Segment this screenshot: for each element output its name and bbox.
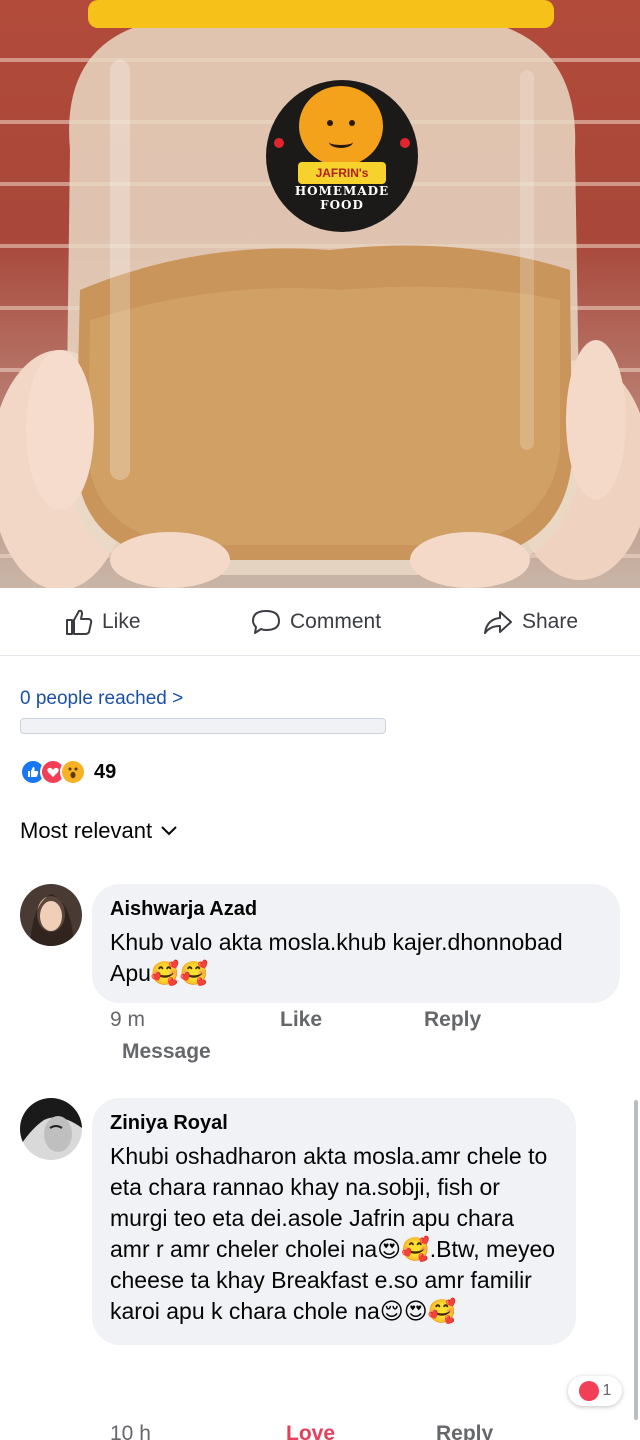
comment-author[interactable]: Aishwarja Azad bbox=[110, 898, 602, 921]
scrollbar[interactable] bbox=[634, 1100, 638, 1420]
comment-bubble[interactable]: Aishwarja Azad Khub valo akta mosla.khub… bbox=[92, 884, 620, 1003]
comment-reply-button[interactable]: Reply bbox=[424, 1008, 481, 1032]
post-photo[interactable]: JAFRIN's HOMEMADE FOOD bbox=[0, 0, 640, 588]
comment-reply-button[interactable]: Reply bbox=[436, 1422, 493, 1440]
like-button-label: Like bbox=[102, 610, 141, 633]
share-arrow-icon bbox=[484, 611, 512, 634]
comment-text: Khub valo akta mosla.khub kajer.dhonnoba… bbox=[110, 929, 563, 986]
love-icon bbox=[578, 1381, 599, 1401]
sort-label: Most relevant bbox=[20, 818, 153, 843]
reaction-summary[interactable]: 49 bbox=[20, 758, 116, 786]
comment-message-button[interactable]: Message bbox=[122, 1040, 211, 1064]
comment-reaction-badge[interactable]: 1 bbox=[568, 1376, 622, 1406]
reaction-count: 49 bbox=[94, 760, 117, 783]
comment-timestamp: 10 h bbox=[110, 1422, 151, 1440]
comment-sort-dropdown[interactable]: Most relevant bbox=[20, 818, 178, 844]
share-button[interactable]: Share bbox=[482, 608, 578, 636]
avatar[interactable] bbox=[20, 884, 82, 946]
like-button[interactable]: Like bbox=[64, 608, 141, 636]
heart-icon bbox=[274, 138, 284, 148]
homemade-food-logo: JAFRIN's HOMEMADE FOOD bbox=[266, 80, 418, 232]
comment-timestamp: 9 m bbox=[110, 1008, 146, 1031]
wow-icon bbox=[60, 759, 86, 785]
comment-reaction-count: 1 bbox=[602, 1382, 612, 1399]
comment-text: Khubi oshadharon akta mosla.amr chele to… bbox=[110, 1143, 556, 1324]
logo-ring-text: HOMEMADE FOOD bbox=[294, 184, 390, 212]
thumbs-up-icon bbox=[66, 609, 93, 635]
comment-love-button[interactable]: Love bbox=[286, 1422, 335, 1440]
people-reached-link[interactable]: 0 people reached > bbox=[20, 688, 183, 710]
comment-button[interactable]: Comment bbox=[250, 608, 381, 636]
post-action-bar: Like Comment Share bbox=[0, 588, 640, 656]
avatar[interactable] bbox=[20, 1098, 82, 1160]
comment-author[interactable]: Ziniya Royal bbox=[110, 1112, 558, 1135]
comment-button-label: Comment bbox=[290, 610, 382, 633]
comment-like-button[interactable]: Like bbox=[280, 1008, 322, 1032]
comment-bubble-icon bbox=[252, 610, 280, 634]
chevron-down-icon bbox=[161, 826, 177, 836]
share-button-label: Share bbox=[522, 610, 579, 633]
logo-brand-name: JAFRIN's bbox=[298, 162, 386, 184]
comment-bubble[interactable]: Ziniya Royal Khubi oshadharon akta mosla… bbox=[92, 1098, 576, 1345]
baby-face-logo-icon bbox=[299, 86, 383, 166]
reach-progress-bar bbox=[20, 718, 386, 734]
heart-icon bbox=[400, 138, 410, 148]
